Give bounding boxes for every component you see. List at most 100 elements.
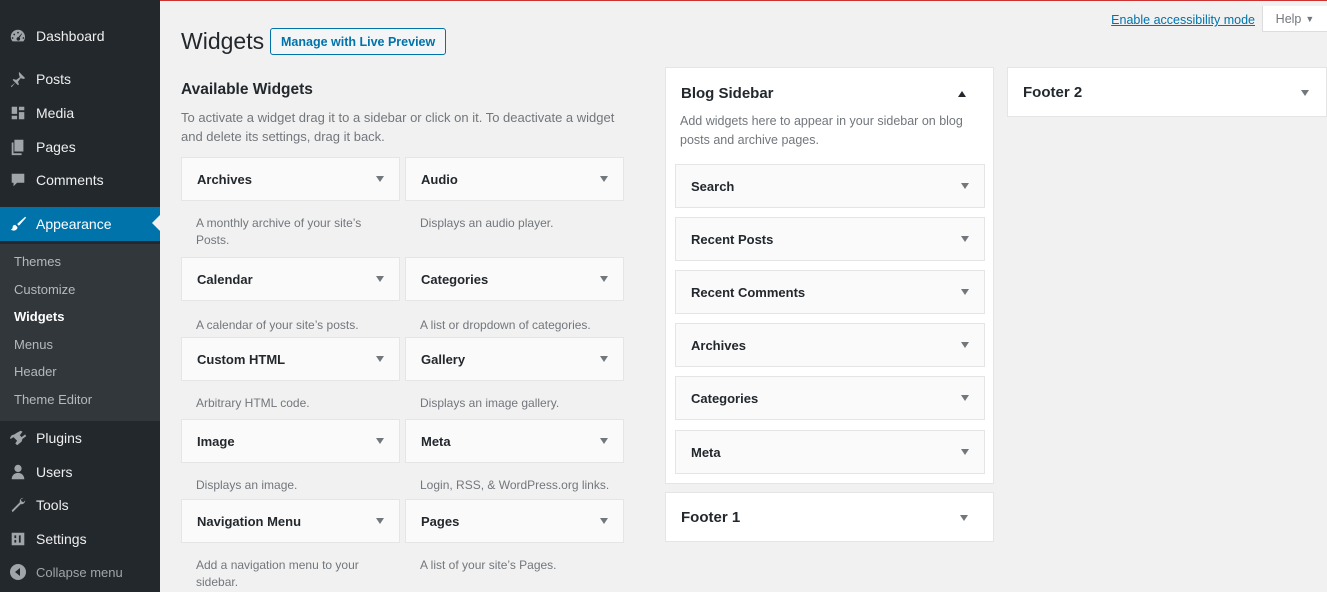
widget-title: Categories <box>421 271 489 287</box>
widget-description: A list or dropdown of categories. <box>420 318 591 332</box>
caret-down-icon[interactable] <box>376 176 384 182</box>
manage-live-preview-button[interactable]: Manage with Live Preview <box>270 28 447 55</box>
sidebar-widget-recent-posts[interactable]: Recent Posts <box>675 217 985 261</box>
menu-label: Dashboard <box>36 28 105 44</box>
plugins-icon <box>0 429 36 447</box>
footer-2-panel[interactable]: Footer 2 <box>1007 67 1327 117</box>
caret-up-icon[interactable] <box>958 91 966 97</box>
widget-description: Displays an image. <box>196 478 298 492</box>
widget-title: Calendar <box>197 271 253 287</box>
sidebar-widget-recent-comments[interactable]: Recent Comments <box>675 270 985 314</box>
menu-item-media[interactable]: Media <box>0 96 160 130</box>
caret-down-icon[interactable] <box>600 276 608 282</box>
menu-item-settings[interactable]: Settings <box>0 522 160 556</box>
sidebar-widget-meta[interactable]: Meta <box>675 430 985 474</box>
caret-down-icon[interactable] <box>600 356 608 362</box>
blog-sidebar-title[interactable]: Blog Sidebar <box>681 85 774 102</box>
available-widget-audio[interactable]: Audio <box>405 157 624 201</box>
collapse-arrow-icon <box>10 564 26 580</box>
widget-description: A list of your site’s Pages. <box>420 558 557 572</box>
tools-icon <box>0 496 36 514</box>
caret-down-icon[interactable] <box>960 515 968 521</box>
widget-description: Arbitrary HTML code. <box>196 396 310 410</box>
menu-item-pages[interactable]: Pages <box>0 130 160 164</box>
top-border <box>0 0 1327 1</box>
available-widget-custom-html[interactable]: Custom HTML <box>181 337 400 381</box>
available-widgets-heading: Available Widgets <box>181 81 313 98</box>
submenu-item-menus[interactable]: Menus <box>14 337 53 352</box>
menu-label: Posts <box>36 71 72 87</box>
caret-down-icon[interactable] <box>600 518 608 524</box>
collapse-menu-button[interactable]: Collapse menu <box>0 555 160 589</box>
menu-item-posts[interactable]: Posts <box>0 62 160 96</box>
caret-down-icon[interactable] <box>961 236 969 242</box>
widget-title: Meta <box>421 433 451 449</box>
available-widget-categories[interactable]: Categories <box>405 257 624 301</box>
submenu-item-widgets[interactable]: Widgets <box>14 309 64 324</box>
sidebar-widget-archives[interactable]: Archives <box>675 323 985 367</box>
widget-description: Add a navigation menu to your sidebar. <box>196 558 359 589</box>
users-icon <box>0 463 36 481</box>
footer-1-title: Footer 1 <box>681 509 741 526</box>
footer-1-panel[interactable]: Footer 1 <box>665 492 994 542</box>
menu-item-plugins[interactable]: Plugins <box>0 421 160 455</box>
widget-title: Recent Posts <box>691 231 774 247</box>
blog-sidebar-description: Add widgets here to appear in your sideb… <box>680 114 963 147</box>
sidebar-widget-categories[interactable]: Categories <box>675 376 985 420</box>
caret-down-icon[interactable] <box>600 176 608 182</box>
available-widget-archives[interactable]: Archives <box>181 157 400 201</box>
help-label: Help <box>1275 11 1302 26</box>
caret-down-icon[interactable] <box>376 438 384 444</box>
caret-down-icon[interactable] <box>376 276 384 282</box>
footer-2-title: Footer 2 <box>1023 84 1083 101</box>
media-icon <box>0 104 36 122</box>
settings-icon <box>0 530 36 548</box>
menu-item-users[interactable]: Users <box>0 455 160 489</box>
appearance-submenu: Themes Customize Widgets Menus Header Th… <box>0 244 160 421</box>
caret-down-icon[interactable] <box>376 518 384 524</box>
caret-down-icon[interactable] <box>961 183 969 189</box>
pages-icon <box>0 138 36 156</box>
submenu-item-header[interactable]: Header <box>14 364 57 379</box>
menu-item-comments[interactable]: Comments <box>0 163 160 197</box>
available-widgets-description: To activate a widget drag it to a sideba… <box>181 110 615 144</box>
widget-title: Meta <box>691 444 721 460</box>
submenu-item-themes[interactable]: Themes <box>14 254 61 269</box>
menu-item-appearance[interactable]: Appearance <box>0 207 160 241</box>
caret-down-icon[interactable] <box>961 395 969 401</box>
widget-title: Recent Comments <box>691 284 806 300</box>
accessibility-mode-link[interactable]: Enable accessibility mode <box>1111 13 1255 27</box>
pin-icon <box>0 70 36 88</box>
available-widget-calendar[interactable]: Calendar <box>181 257 400 301</box>
submenu-item-customize[interactable]: Customize <box>14 282 75 297</box>
caret-down-icon[interactable] <box>961 289 969 295</box>
caret-down-icon[interactable] <box>961 342 969 348</box>
sidebar-widget-search[interactable]: Search <box>675 164 985 208</box>
caret-down-icon[interactable] <box>1301 90 1309 96</box>
menu-label: Plugins <box>36 430 82 446</box>
available-widget-meta[interactable]: Meta <box>405 419 624 463</box>
caret-down-icon[interactable] <box>600 438 608 444</box>
menu-item-tools[interactable]: Tools <box>0 488 160 522</box>
widget-description: Displays an image gallery. <box>420 396 560 410</box>
widget-title: Image <box>197 433 235 449</box>
caret-down-icon[interactable] <box>961 449 969 455</box>
widget-title: Navigation Menu <box>197 513 302 529</box>
widget-description: A calendar of your site’s posts. <box>196 318 359 332</box>
caret-down-icon: ▼ <box>1305 13 1315 24</box>
menu-item-dashboard[interactable]: Dashboard <box>0 19 160 53</box>
submenu-item-theme-editor[interactable]: Theme Editor <box>14 392 92 407</box>
widget-description: Displays an audio player. <box>420 216 554 230</box>
caret-down-icon[interactable] <box>376 356 384 362</box>
widget-description: A monthly archive of your site’s Posts. <box>196 216 362 247</box>
available-widget-gallery[interactable]: Gallery <box>405 337 624 381</box>
collapse-label: Collapse menu <box>36 564 123 580</box>
widget-title: Archives <box>197 171 252 187</box>
available-widget-image[interactable]: Image <box>181 419 400 463</box>
help-tab-button[interactable]: Help ▼ <box>1262 6 1327 32</box>
available-widget-navigation-menu[interactable]: Navigation Menu <box>181 499 400 543</box>
available-widget-pages[interactable]: Pages <box>405 499 624 543</box>
comments-icon <box>0 171 36 189</box>
admin-menu: Dashboard Posts Media Pages Comments App… <box>0 0 160 592</box>
menu-label: Pages <box>36 139 76 155</box>
